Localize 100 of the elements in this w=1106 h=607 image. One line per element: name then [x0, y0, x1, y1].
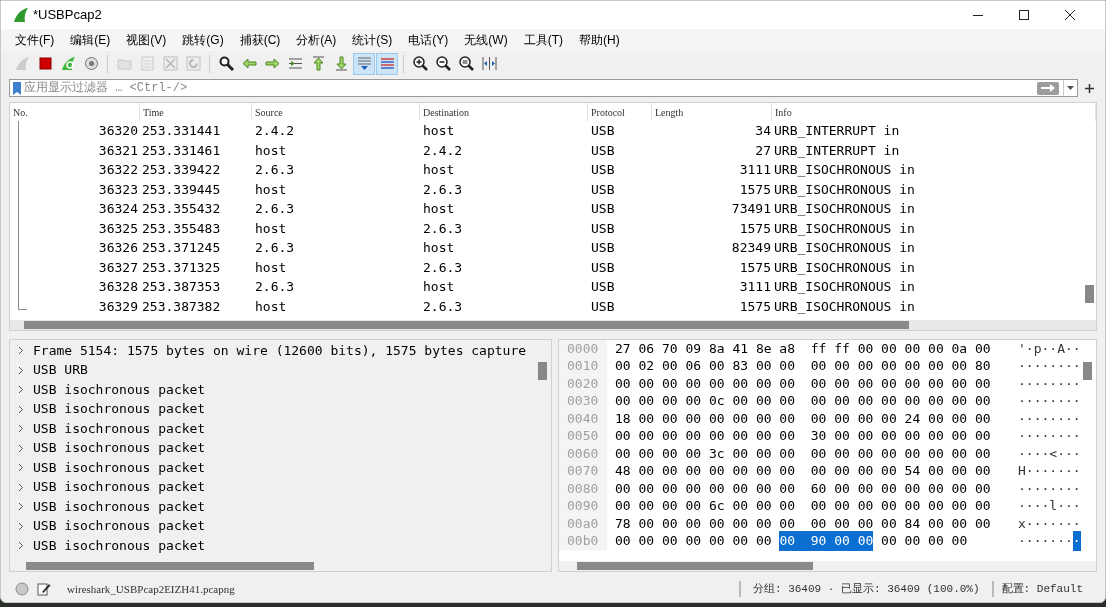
collapsed-chevron-icon[interactable]	[16, 463, 25, 472]
collapsed-chevron-icon[interactable]	[16, 385, 25, 394]
status-circle-icon[interactable]	[15, 582, 29, 597]
collapsed-chevron-icon[interactable]	[16, 424, 25, 433]
collapsed-chevron-icon[interactable]	[16, 346, 25, 355]
tree-item-label[interactable]: USB isochronous packet	[33, 535, 206, 556]
tree-item-label[interactable]: USB isochronous packet	[33, 399, 206, 419]
byte-offset: 00b0	[559, 532, 607, 550]
packet-time: 253.339445	[142, 180, 222, 199]
ascii-text: x·······	[1018, 514, 1081, 533]
tree-item-label[interactable]: USB isochronous packet	[33, 438, 206, 458]
collapsed-chevron-icon[interactable]	[16, 541, 25, 550]
packet-source: 2.6.3	[254, 239, 296, 258]
menu-item[interactable]: 分析(A)	[288, 29, 345, 51]
byte-offset: 0000	[559, 339, 607, 358]
packet-info: URB_ISOCHRONOUS in	[773, 297, 916, 316]
menu-item[interactable]: 无线(W)	[456, 29, 516, 51]
packet-source: 2.4.2	[254, 122, 296, 141]
packet-number: 36327	[97, 258, 139, 277]
packet-time: 253.355432	[142, 200, 222, 219]
packet-destination: 2.6.3	[422, 219, 464, 238]
filter-dropdown-button[interactable]	[1063, 80, 1077, 97]
menu-item[interactable]: 跳转(G)	[174, 29, 232, 51]
scroll-list-icon	[355, 55, 373, 72]
tree-item-label[interactable]: USB isochronous packet	[33, 496, 206, 517]
column-header[interactable]: No.	[10, 103, 140, 122]
packet-protocol: USB	[590, 180, 616, 199]
collapsed-chevron-icon[interactable]	[16, 404, 25, 414]
menu-item[interactable]: 视图(V)	[118, 29, 175, 51]
hex-bytes: 27 06 70 09 8a 41 8e a8 ff ff 00 00 00 00 0a 00	[615, 339, 991, 358]
menu-item[interactable]: 帮助(H)	[571, 29, 628, 51]
column-header[interactable]: Length	[652, 103, 772, 122]
packet-destination: host	[422, 161, 456, 180]
packet-source: host	[254, 141, 288, 160]
capture-file-name: wireshark_USBPcap2EIZH41.pcapng	[67, 581, 235, 597]
plus-icon	[1084, 83, 1094, 93]
ascii-text: ········	[1018, 409, 1081, 428]
packet-destination: host	[422, 278, 456, 297]
zoom-in-icon	[411, 55, 429, 72]
pencil-note-icon[interactable]	[37, 582, 51, 597]
column-header[interactable]: Destination	[420, 103, 588, 122]
packet-time: 253.371325	[142, 258, 222, 277]
column-header[interactable]: Source	[252, 103, 420, 122]
ascii-text: ········	[1018, 392, 1081, 411]
menu-item[interactable]: 捕获(C)	[231, 29, 289, 51]
tree-item-label[interactable]: USB URB	[33, 360, 88, 380]
packet-source: 2.6.3	[254, 200, 296, 219]
packet-source: 2.6.3	[254, 161, 296, 180]
filter-input[interactable]: 应用显示过滤器 … <Ctrl-/>	[24, 80, 1037, 97]
packet-protocol: USB	[590, 161, 616, 180]
vertical-scrollbar[interactable]	[1083, 361, 1092, 380]
packet-length: 1575	[738, 297, 771, 316]
column-header[interactable]: Protocol	[588, 103, 652, 122]
collapsed-chevron-icon[interactable]	[16, 365, 25, 375]
tree-item-label[interactable]: USB isochronous packet	[33, 379, 206, 400]
columns-icon	[480, 55, 498, 72]
close-icon	[1065, 10, 1075, 20]
menu-item[interactable]: 文件(F)	[7, 29, 63, 51]
hex-bytes: 00 00 00 00 00 00 00 00 60 00 00 00 00 00 00 00	[615, 479, 991, 498]
horizontal-scrollbar[interactable]	[10, 319, 1096, 330]
ascii-text: ····<···	[1018, 444, 1081, 463]
ascii-text: ····l···	[1018, 497, 1081, 516]
packet-length: 82349	[730, 239, 771, 258]
byte-offset: 0010	[559, 357, 607, 375]
hex-bytes: 00 00 00 00 00 00 00 00 30 00 00 00 00 00 00 00	[615, 427, 991, 446]
vertical-scrollbar[interactable]	[538, 361, 547, 380]
packet-destination: host	[422, 200, 456, 219]
horizontal-scrollbar[interactable]	[559, 561, 1096, 572]
collapsed-chevron-icon[interactable]	[16, 443, 25, 453]
packet-length: 27	[754, 141, 771, 160]
menu-item[interactable]: 工具(T)	[515, 29, 571, 51]
column-header[interactable]: Time	[140, 103, 252, 122]
shark-fin-icon	[13, 55, 31, 72]
packet-number: 36321	[97, 141, 139, 160]
packet-info: URB_ISOCHRONOUS in	[773, 239, 916, 258]
tree-item-label[interactable]: Frame 5154: 1575 bytes on wire (12600 bits), 1575 bytes capture	[33, 340, 527, 361]
hex-bytes: 00 02 00 06 00 83 00 00 00 00 00 00 00 00 00 80	[615, 357, 991, 376]
packet-destination: 2.6.3	[422, 297, 464, 316]
collapsed-chevron-icon[interactable]	[16, 502, 25, 511]
tree-item-label[interactable]: USB isochronous packet	[33, 457, 206, 478]
packet-source: host	[254, 297, 288, 316]
stop-square-icon	[36, 55, 54, 72]
packet-destination: host	[422, 122, 456, 141]
menu-item[interactable]: 统计(S)	[344, 29, 401, 51]
collapsed-chevron-icon[interactable]	[16, 521, 25, 531]
tree-item-label[interactable]: USB isochronous packet	[33, 477, 206, 497]
tree-item-label[interactable]: USB isochronous packet	[33, 418, 206, 439]
menu-item[interactable]: 编辑(E)	[62, 29, 119, 51]
zoom-out-icon	[434, 55, 452, 72]
filter-field[interactable]: 应用显示过滤器 … <Ctrl-/>	[9, 79, 1078, 98]
vertical-scrollbar[interactable]	[1085, 285, 1094, 304]
menu-item[interactable]: 电话(Y)	[400, 29, 457, 51]
collapsed-chevron-icon[interactable]	[16, 482, 25, 492]
tree-item-label[interactable]: USB isochronous packet	[33, 516, 206, 536]
column-header[interactable]: Info	[772, 103, 1096, 122]
right-arrow-icon	[263, 55, 281, 72]
packet-destination: 2.6.3	[422, 258, 464, 277]
packet-source: host	[254, 258, 288, 277]
hex-bytes: 48 00 00 00 00 00 00 00 00 00 00 00 54 00 00 00	[615, 462, 991, 481]
packet-source: 2.6.3	[254, 278, 296, 297]
